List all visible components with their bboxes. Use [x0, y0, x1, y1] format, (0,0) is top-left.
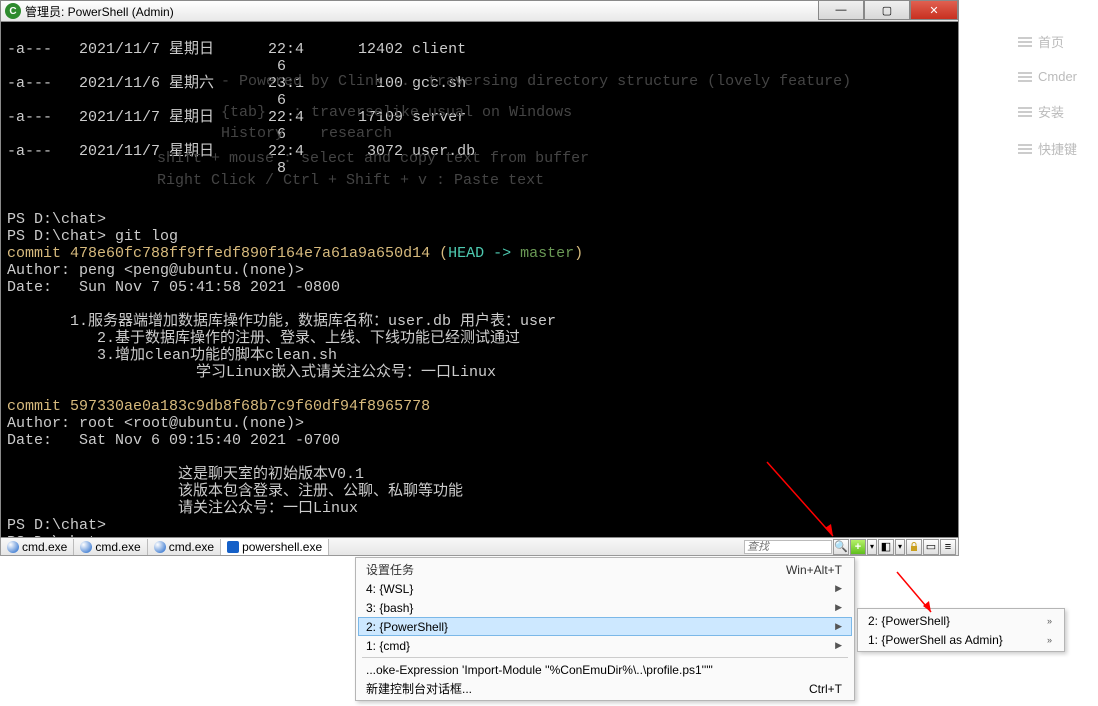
ghost-nav-item: 快捷键 — [1018, 139, 1077, 158]
menu-item-bash[interactable]: 3: {bash} ▶ — [358, 598, 852, 617]
ghost-text: Right Click / Ctrl + Shift + v : Paste t… — [121, 172, 544, 189]
powershell-submenu: 2: {PowerShell} » 1: {PowerShell as Admin… — [857, 608, 1065, 652]
terminal-output[interactable]: -a--- 2021/11/7 星期日 22:4 12402 client 6 … — [0, 22, 959, 538]
maximize-button[interactable]: ▢ — [864, 0, 910, 20]
menu-item-label: 4: {WSL} — [366, 582, 413, 596]
ghost-nav-item: Cmder — [1018, 69, 1077, 84]
search-input[interactable] — [744, 540, 832, 554]
powershell-icon — [227, 541, 239, 553]
split-button[interactable]: ◧ — [878, 539, 894, 555]
commit-msg: 这是聊天室的初始版本V0.1 — [7, 466, 364, 483]
tab-label: cmd.exe — [169, 540, 214, 554]
search-button[interactable]: 🔍 — [833, 539, 849, 555]
cmd-icon — [154, 541, 166, 553]
maximize-pane-button[interactable]: ▭ — [923, 539, 939, 555]
right-nav-ghost: 首页 Cmder 安装 快捷键 — [1018, 32, 1077, 158]
menu-item-cmd[interactable]: 1: {cmd} ▶ — [358, 636, 852, 655]
commit-hash: commit 478e60fc788ff9ffedf890f164e7a61a9… — [7, 245, 430, 262]
tab-cmd-2[interactable]: cmd.exe — [74, 539, 147, 555]
head-ref: HEAD -> — [448, 245, 520, 262]
cmd-icon — [7, 541, 19, 553]
prompt: PS D:\chat> — [7, 211, 106, 228]
tab-label: powershell.exe — [242, 540, 322, 554]
ghost-text: shift + mouse : select and copy text fro… — [121, 150, 589, 167]
hamburger-icon — [1018, 144, 1032, 154]
ghost-text: - Powered by Clink ... traversing direct… — [131, 73, 851, 90]
submenu-arrow-icon: ▶ — [835, 602, 842, 613]
hamburger-icon — [1018, 72, 1032, 82]
menu-item-oke-expression[interactable]: ...oke-Expression 'Import-Module ''%ConE… — [358, 660, 852, 679]
app-icon: C — [5, 3, 21, 19]
ghost-nav-item: 安装 — [1018, 102, 1077, 121]
close-button[interactable]: ✕ — [910, 0, 958, 20]
commit-author: Author: peng <peng@ubuntu.(none)> — [7, 262, 304, 279]
tab-label: cmd.exe — [95, 540, 140, 554]
paren: ( — [439, 245, 448, 262]
submenu-item-powershell[interactable]: 2: {PowerShell} » — [860, 611, 1062, 630]
menu-header-shortcut: Win+Alt+T — [786, 563, 842, 577]
menu-item-wsl[interactable]: 4: {WSL} ▶ — [358, 579, 852, 598]
ghost-text: {tab} : traverselike usual on Windows — [131, 104, 572, 121]
ghost-text: History research — [131, 125, 392, 142]
ghost-nav-item: 首页 — [1018, 32, 1077, 51]
menu-item-label: 2: {PowerShell} — [366, 620, 448, 634]
menu-item-label: 3: {bash} — [366, 601, 413, 615]
commit-msg: 3.增加clean功能的脚本clean.sh — [7, 347, 337, 364]
menu-header-label: 设置任务 — [366, 561, 414, 578]
commit-author: Author: root <root@ubuntu.(none)> — [7, 415, 304, 432]
submenu-arrow-icon: » — [1047, 616, 1052, 626]
new-tab-button[interactable]: + — [850, 539, 866, 555]
commit-msg: 学习Linux嵌入式请关注公众号：一口Linux — [7, 364, 496, 381]
lock-button[interactable] — [906, 539, 922, 555]
menu-button[interactable]: ≡ — [940, 539, 956, 555]
window-titlebar: C 管理员: PowerShell (Admin) — ▢ ✕ — [0, 0, 959, 22]
tasks-menu: 设置任务 Win+Alt+T 4: {WSL} ▶ 3: {bash} ▶ 2: {… — [355, 557, 855, 701]
menu-item-label: 1: {PowerShell as Admin} — [868, 633, 1003, 647]
submenu-arrow-icon: ▶ — [835, 640, 842, 651]
tab-cmd-3[interactable]: cmd.exe — [148, 539, 221, 555]
submenu-arrow-icon: ▶ — [835, 583, 842, 594]
split-dropdown[interactable]: ▾ — [895, 539, 905, 555]
submenu-arrow-icon: » — [1047, 635, 1052, 645]
ls-row: -a--- 2021/11/7 星期日 22:4 12402 client — [7, 41, 466, 58]
menu-item-new-console[interactable]: 新建控制台对话框... Ctrl+T — [358, 679, 852, 698]
new-tab-dropdown[interactable]: ▾ — [867, 539, 877, 555]
branch-ref: master — [520, 245, 574, 262]
commit-date: Date: Sun Nov 7 05:41:58 2021 -0800 — [7, 279, 340, 296]
window-title: 管理员: PowerShell (Admin) — [25, 3, 174, 20]
tab-label: cmd.exe — [22, 540, 67, 554]
menu-header: 设置任务 Win+Alt+T — [358, 560, 852, 579]
hamburger-icon — [1018, 37, 1032, 47]
tab-bar: cmd.exe cmd.exe cmd.exe powershell.exe 🔍… — [0, 538, 959, 556]
menu-item-label: 2: {PowerShell} — [868, 614, 950, 628]
tab-powershell[interactable]: powershell.exe — [221, 539, 329, 555]
menu-item-shortcut: Ctrl+T — [809, 682, 842, 696]
menu-item-label: 1: {cmd} — [366, 639, 410, 653]
menu-item-label: 新建控制台对话框... — [366, 680, 472, 697]
prompt: PS D:\chat> git log — [7, 228, 178, 245]
menu-separator — [362, 657, 848, 658]
commit-msg: 1.服务器端增加数据库操作功能，数据库名称：user.db 用户表：user — [7, 313, 556, 330]
hamburger-icon — [1018, 107, 1032, 117]
prompt: PS D:\chat> — [7, 517, 106, 534]
commit-msg: 请关注公众号：一口Linux — [7, 500, 358, 517]
tab-cmd-1[interactable]: cmd.exe — [1, 539, 74, 555]
commit-msg: 2.基于数据库操作的注册、登录、上线、下线功能已经测试通过 — [7, 330, 520, 347]
commit-msg: 该版本包含登录、注册、公聊、私聊等功能 — [7, 483, 463, 500]
commit-date: Date: Sat Nov 6 09:15:40 2021 -0700 — [7, 432, 340, 449]
menu-item-label: ...oke-Expression 'Import-Module ''%ConE… — [366, 663, 713, 677]
submenu-arrow-icon: ▶ — [835, 621, 842, 632]
submenu-item-powershell-admin[interactable]: 1: {PowerShell as Admin} » — [860, 630, 1062, 649]
paren: ) — [574, 245, 583, 262]
menu-item-powershell[interactable]: 2: {PowerShell} ▶ — [358, 617, 852, 636]
commit-hash: commit 597330ae0a183c9db8f68b7c9f60df94f… — [7, 398, 430, 415]
minimize-button[interactable]: — — [818, 0, 864, 20]
cmd-icon — [80, 541, 92, 553]
